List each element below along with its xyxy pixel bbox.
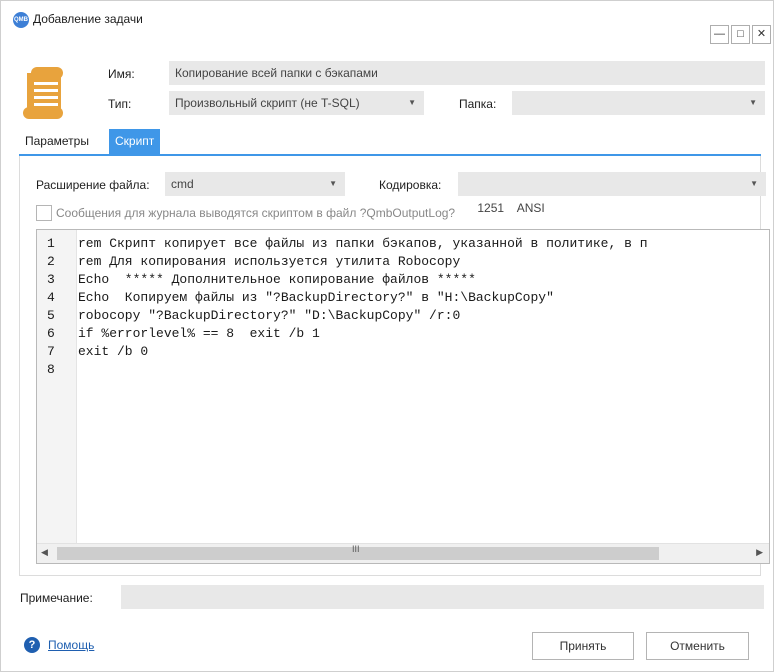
tab-script[interactable]: Скрипт: [109, 129, 161, 154]
help-icon[interactable]: ?: [24, 637, 40, 653]
code-text: robocopy "?BackupDirectory?" "D:\BackupC…: [78, 308, 461, 323]
line-number: 3: [47, 272, 55, 287]
type-label: Тип:: [108, 97, 132, 111]
note-label: Примечание:: [20, 591, 93, 605]
line-number: 7: [47, 344, 55, 359]
task-name-field[interactable]: Копирование всей папки с бэкапами: [169, 61, 765, 85]
chevron-down-icon: ▼: [408, 98, 416, 107]
code-line: 1 rem Скрипт копирует все файлы из папки …: [37, 235, 769, 253]
task-dialog: QMB Добавление задачи — □ ✕ Имя: Копиров…: [0, 0, 774, 672]
code-line: 4 Echo Копируем файлы из "?BackupDirector…: [37, 289, 769, 307]
scroll-grip: III: [352, 544, 360, 554]
code-text: if %errorlevel% == 8 exit /b 1: [78, 326, 320, 341]
code-line: 7 exit /b 0: [37, 343, 769, 361]
code-text: rem Для копирования используется утилита…: [78, 254, 461, 269]
maximize-button[interactable]: □: [731, 25, 750, 44]
scroll-right-icon[interactable]: ▶: [756, 547, 763, 558]
line-number: 6: [47, 326, 55, 341]
encoding-select-value: 1251 ANSI: [477, 201, 545, 215]
extension-select[interactable]: cmd ▼: [165, 172, 345, 196]
help-link[interactable]: Помощь: [48, 638, 94, 652]
document-scroll-icon: [21, 65, 71, 121]
script-editor[interactable]: 1 rem Скрипт копирует все файлы из папки …: [36, 229, 770, 564]
app-logo-icon: QMB: [13, 12, 29, 28]
scrollbar-thumb[interactable]: III: [57, 544, 659, 560]
encoding-select[interactable]: 1251 ANSI ▼: [458, 172, 766, 215]
tab-parameters[interactable]: Параметры: [19, 129, 95, 154]
code-line: 2 rem Для копирования используется утилит…: [37, 253, 769, 271]
folder-select[interactable]: ▼: [512, 91, 765, 115]
scroll-left-icon[interactable]: ◀: [41, 547, 48, 558]
folder-label: Папка:: [459, 97, 497, 111]
close-button[interactable]: ✕: [752, 25, 771, 44]
cancel-button[interactable]: Отменить: [646, 632, 749, 660]
name-label: Имя:: [108, 67, 135, 81]
line-number: 2: [47, 254, 55, 269]
line-number: 4: [47, 290, 55, 305]
log-output-label: Сообщения для журнала выводятся скриптом…: [56, 206, 456, 220]
log-output-checkbox[interactable]: [36, 205, 52, 221]
chevron-down-icon: ▼: [750, 179, 758, 188]
code-line: 8: [37, 361, 769, 379]
chevron-down-icon: ▼: [749, 98, 757, 107]
code-line: 3 Echo ***** Дополнительное копирование ф…: [37, 271, 769, 289]
note-input[interactable]: [121, 585, 764, 609]
minimize-button[interactable]: —: [710, 25, 729, 44]
type-select[interactable]: Произвольный скрипт (не T-SQL) ▼: [169, 91, 424, 115]
encoding-label: Кодировка:: [379, 178, 442, 192]
extension-label: Расширение файла:: [36, 178, 150, 192]
code-line: 5 robocopy "?BackupDirectory?" "D:\Backup…: [37, 307, 769, 325]
code-text: rem Скрипт копирует все файлы из папки б…: [78, 236, 648, 251]
code-text: Echo Копируем файлы из "?BackupDirectory…: [78, 290, 554, 305]
accept-button[interactable]: Принять: [532, 632, 634, 660]
line-number: 5: [47, 308, 55, 323]
line-number: 1: [47, 236, 55, 251]
chevron-down-icon: ▼: [329, 179, 337, 188]
code-text: Echo ***** Дополнительное копирование фа…: [78, 272, 476, 287]
type-select-value: Произвольный скрипт (не T-SQL): [175, 96, 360, 110]
line-number: 8: [47, 362, 55, 377]
extension-select-value: cmd: [171, 177, 194, 191]
code-line: 6 if %errorlevel% == 8 exit /b 1: [37, 325, 769, 343]
horizontal-scrollbar[interactable]: ◀ III ▶: [37, 543, 769, 563]
window-title: Добавление задачи: [33, 12, 143, 26]
code-text: exit /b 0: [78, 344, 149, 359]
